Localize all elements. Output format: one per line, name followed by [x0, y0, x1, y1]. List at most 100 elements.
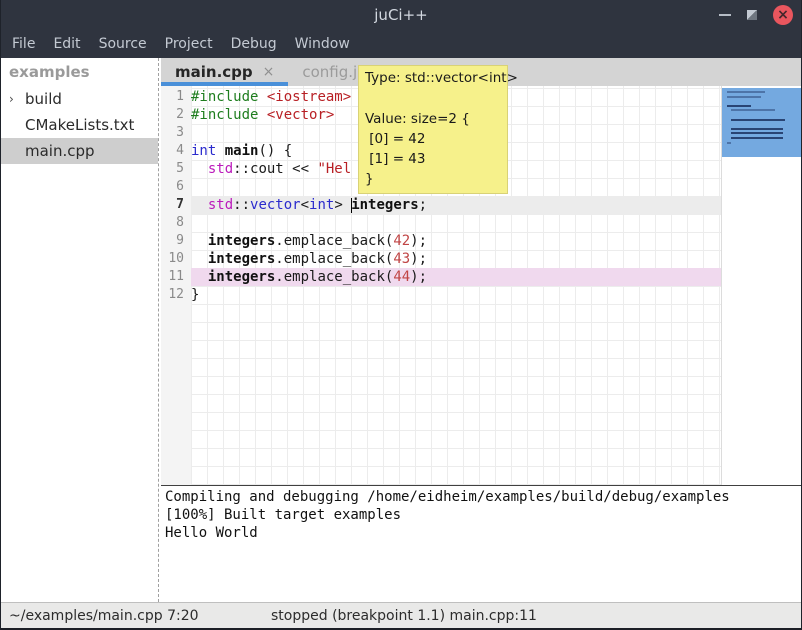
code-token: < — [301, 197, 309, 213]
code-token: vector — [250, 197, 301, 213]
code-token — [258, 89, 266, 105]
code-token: #include — [191, 107, 258, 123]
line-number[interactable]: 11 — [161, 268, 191, 286]
minimap-code-line — [727, 96, 761, 98]
output-panel[interactable]: Compiling and debugging /home/eidheim/ex… — [161, 485, 801, 602]
tab-main-cpp[interactable]: main.cpp × — [161, 58, 288, 86]
tab-close-icon[interactable]: × — [263, 65, 275, 79]
minimap-code-line — [731, 137, 783, 139]
line-number[interactable]: 9 — [161, 232, 191, 250]
minimap-code-line — [731, 119, 785, 121]
code-token — [258, 107, 266, 123]
output-line: Hello World — [165, 524, 797, 542]
code-line[interactable]: 7 std::vector<int> integers; — [161, 196, 721, 214]
tooltip-type-label: Type: std::vector<int> — [365, 68, 501, 89]
sidebar-item-label: build — [25, 90, 62, 108]
tooltip-line: } — [365, 169, 501, 189]
restore-icon[interactable] — [747, 10, 757, 20]
titlebar[interactable]: juCi++ × — [1, 0, 801, 30]
code-line[interactable]: 12} — [161, 286, 721, 304]
window-controls: × — [719, 0, 793, 30]
close-button[interactable]: × — [773, 5, 793, 25]
code-text: integers.emplace_back(43); — [191, 250, 721, 268]
menu-source[interactable]: Source — [90, 36, 156, 52]
line-number[interactable]: 10 — [161, 250, 191, 268]
code-token: ); — [410, 251, 427, 267]
code-token: 44 — [393, 269, 410, 285]
line-number[interactable]: 7 — [161, 196, 191, 214]
minimap[interactable] — [721, 86, 801, 485]
line-number[interactable]: 6 — [161, 178, 191, 196]
minimap-viewport[interactable] — [722, 88, 801, 157]
code-line[interactable]: 9 integers.emplace_back(42); — [161, 232, 721, 250]
code-token: integers — [208, 233, 275, 249]
minimap-code-line — [731, 132, 783, 134]
line-number[interactable]: 4 — [161, 142, 191, 160]
code-token — [191, 161, 208, 177]
line-number[interactable]: 8 — [161, 214, 191, 232]
code-text: integers.emplace_back(42); — [191, 232, 721, 250]
code-token: <iostream> — [267, 89, 351, 105]
line-number[interactable]: 12 — [161, 286, 191, 304]
status-file-position: ~/examples/main.cpp 7:20 — [9, 608, 199, 624]
tooltip-value: Value: size=2 { [0] = 42 [1] = 43} — [365, 89, 501, 189]
minimap-code-line — [731, 109, 775, 111]
status-debug: stopped (breakpoint 1.1) main.cpp:11 — [271, 608, 537, 624]
code-token: integers — [351, 197, 418, 213]
code-token — [191, 233, 208, 249]
output-line: Compiling and debugging /home/eidheim/ex… — [165, 488, 797, 506]
menu-window[interactable]: Window — [286, 36, 359, 52]
sidebar-item-label: main.cpp — [25, 142, 95, 160]
minimize-icon[interactable] — [719, 14, 731, 16]
code-token: integers — [208, 269, 275, 285]
code-line[interactable]: 8 — [161, 214, 721, 232]
menu-project[interactable]: Project — [156, 36, 222, 52]
menu-edit[interactable]: Edit — [44, 36, 89, 52]
code-token: .emplace_back( — [275, 233, 393, 249]
line-number[interactable]: 1 — [161, 88, 191, 106]
code-token: ); — [410, 269, 427, 285]
minimap-code-line — [727, 91, 765, 93]
code-token: integers — [208, 251, 275, 267]
expander-icon[interactable]: › — [9, 92, 25, 106]
code-token: int — [191, 143, 216, 159]
menu-file[interactable]: File — [3, 36, 44, 52]
code-text: } — [191, 286, 721, 304]
minimap-code-line — [727, 105, 751, 107]
code-token: 42 — [393, 233, 410, 249]
sidebar-item-build[interactable]: ›build — [1, 86, 158, 112]
line-number[interactable]: 3 — [161, 124, 191, 142]
code-line[interactable]: 11 integers.emplace_back(44); — [161, 268, 721, 286]
code-token: ::cout << — [233, 161, 317, 177]
sidebar-item-cmakelists-txt[interactable]: CMakeLists.txt — [1, 112, 158, 138]
close-icon: × — [777, 8, 789, 22]
code-line[interactable]: 10 integers.emplace_back(43); — [161, 250, 721, 268]
menubar: FileEditSourceProjectDebugWindow — [1, 30, 801, 58]
code-token: .emplace_back( — [275, 269, 393, 285]
minimap-code-line — [727, 142, 731, 144]
code-token — [191, 251, 208, 267]
code-text: std::vector<int> integers; — [191, 196, 721, 214]
code-token: main — [225, 143, 259, 159]
code-token: ); — [410, 233, 427, 249]
code-token: int — [309, 197, 334, 213]
code-text — [191, 214, 721, 232]
code-token: :: — [233, 197, 250, 213]
tooltip-line: Value: size=2 { — [365, 109, 501, 129]
line-number[interactable]: 2 — [161, 106, 191, 124]
app-window: juCi++ × FileEditSourceProjectDebugWindo… — [0, 0, 802, 630]
output-line: [100%] Built target examples — [165, 506, 797, 524]
tooltip-line — [365, 89, 501, 109]
code-token: std — [208, 161, 233, 177]
line-number[interactable]: 5 — [161, 160, 191, 178]
code-token: "Hel — [317, 161, 351, 177]
sidebar-item-main-cpp[interactable]: main.cpp — [1, 138, 158, 164]
file-tree-sidebar: examples ›buildCMakeLists.txtmain.cpp — [1, 58, 158, 602]
menu-debug[interactable]: Debug — [222, 36, 286, 52]
code-token: <vector> — [267, 107, 334, 123]
code-token: std — [208, 197, 233, 213]
tab-label: main.cpp — [175, 63, 253, 81]
code-token: ; — [419, 197, 427, 213]
code-token: > — [334, 197, 351, 213]
sidebar-item-label: CMakeLists.txt — [25, 116, 134, 134]
